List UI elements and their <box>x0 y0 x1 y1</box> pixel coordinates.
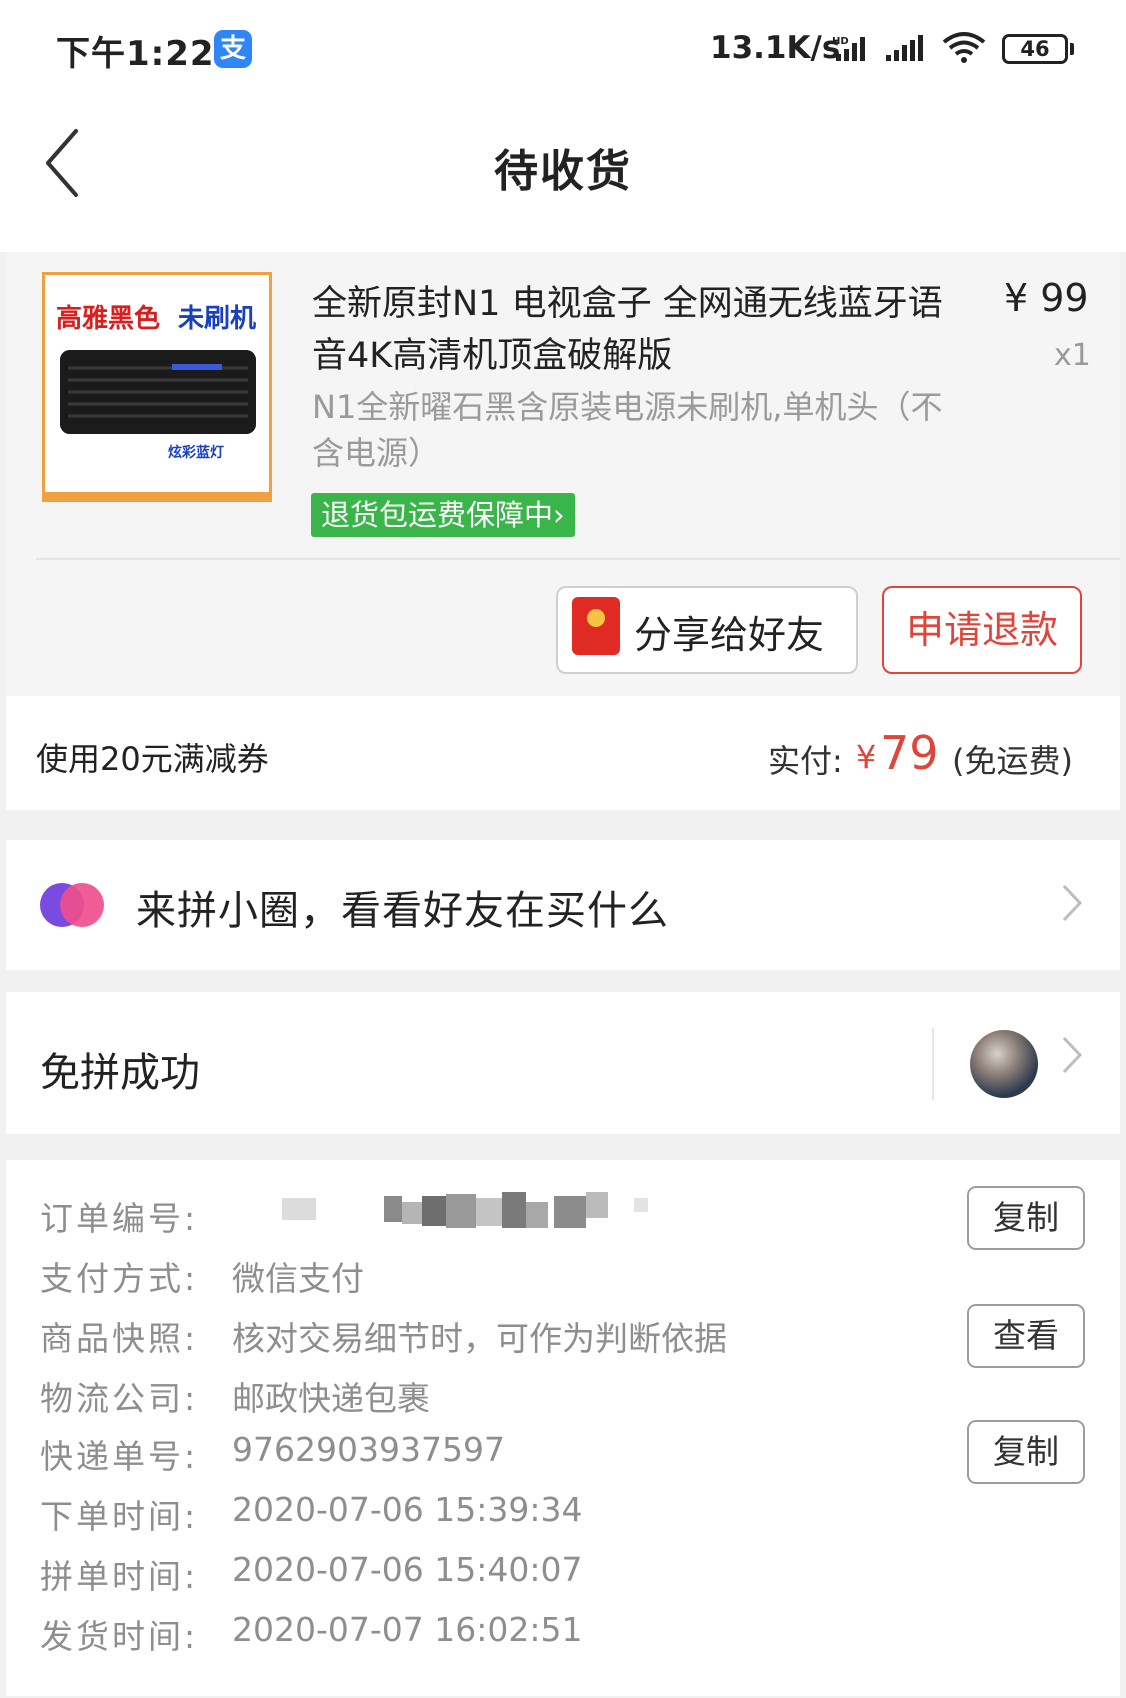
apply-refund-button[interactable]: 申请退款 <box>882 586 1082 674</box>
battery-icon: 46 <box>1002 34 1068 64</box>
redacted-order-number <box>282 1192 648 1228</box>
tracking-number-label: 快递单号: <box>40 1437 199 1476</box>
wifi-icon <box>942 32 986 63</box>
ship-time-label: 发货时间: <box>40 1617 199 1656</box>
logistics-company-label: 物流公司: <box>40 1379 199 1418</box>
chevron-right-icon <box>1062 1036 1083 1074</box>
copy-order-number-button[interactable]: 复制 <box>967 1186 1085 1250</box>
payment-method-label: 支付方式: <box>40 1259 199 1298</box>
product-image-subtext: 炫彩蓝灯 <box>168 445 224 461</box>
chevron-right-icon <box>1062 884 1083 922</box>
copy-tracking-number-button[interactable]: 复制 <box>967 1420 1085 1484</box>
tracking-number-value: 9762903937597 <box>232 1430 505 1469</box>
alipay-icon: 支 <box>214 30 252 68</box>
ship-time-value: 2020-07-07 16:02:51 <box>232 1610 583 1649</box>
network-speed: 13.1K/s <box>710 30 841 66</box>
product-price: ¥ 99 <box>1004 276 1089 320</box>
order-time-value: 2020-07-06 15:39:34 <box>232 1490 583 1529</box>
order-time-label: 下单时间: <box>40 1497 199 1536</box>
free-shipping-note: (免运费) <box>952 742 1073 780</box>
card-divider <box>36 558 1120 560</box>
page-title: 待收货 <box>494 146 632 197</box>
hd-signal-icon: HD <box>832 36 865 61</box>
paid-label: 实付: <box>768 742 843 780</box>
product-image-box <box>60 350 256 434</box>
red-packet-clasp <box>587 609 605 627</box>
product-title[interactable]: 全新原封N1 电视盒子 全网通无线蓝牙语音4K高清机顶盒破解版 <box>312 278 972 382</box>
logistics-company-value: 邮政快递包裹 <box>232 1379 430 1418</box>
battery-tip <box>1070 43 1074 55</box>
share-button-label: 分享给好友 <box>634 613 825 657</box>
group-time-value: 2020-07-06 15:40:07 <box>232 1550 583 1589</box>
avatar[interactable] <box>970 1030 1038 1098</box>
snapshot-value: 核对交易细节时，可作为判断依据 <box>232 1319 727 1358</box>
product-spec: N1全新曜石黑含原装电源未刷机,单机头（不含电源） <box>312 388 943 472</box>
payment-method-value: 微信支付 <box>232 1259 364 1298</box>
group-status-text: 免拼成功 <box>40 1050 200 1096</box>
group-time-label: 拼单时间: <box>40 1557 199 1596</box>
return-shipping-guarantee-badge[interactable]: 退货包运费保障中› <box>311 493 575 537</box>
guarantee-arrow-icon: › <box>553 498 565 532</box>
paid-currency: ¥ <box>856 738 877 776</box>
guarantee-label: 退货包运费保障中 <box>321 498 554 532</box>
order-number-label: 订单编号: <box>40 1199 199 1238</box>
product-image-text-status: 未刷机 <box>178 304 257 334</box>
product-quantity: x1 <box>1054 338 1091 373</box>
view-snapshot-button[interactable]: 查看 <box>967 1304 1085 1368</box>
friend-circle-text: 来拼小圈，看看好友在买什么 <box>136 888 669 934</box>
paid-amount: 79 <box>880 726 939 780</box>
product-image-text-color: 高雅黑色 <box>56 304 161 334</box>
group-row-divider <box>932 1028 934 1100</box>
svg-text:HD: HD <box>832 36 849 47</box>
snapshot-label: 商品快照: <box>40 1319 199 1358</box>
coupon-text: 使用20元满减券 <box>36 740 269 778</box>
circle-logo-icon-overlap <box>60 883 104 927</box>
signal-icon <box>886 35 923 61</box>
status-time: 下午1:22 <box>56 34 215 74</box>
